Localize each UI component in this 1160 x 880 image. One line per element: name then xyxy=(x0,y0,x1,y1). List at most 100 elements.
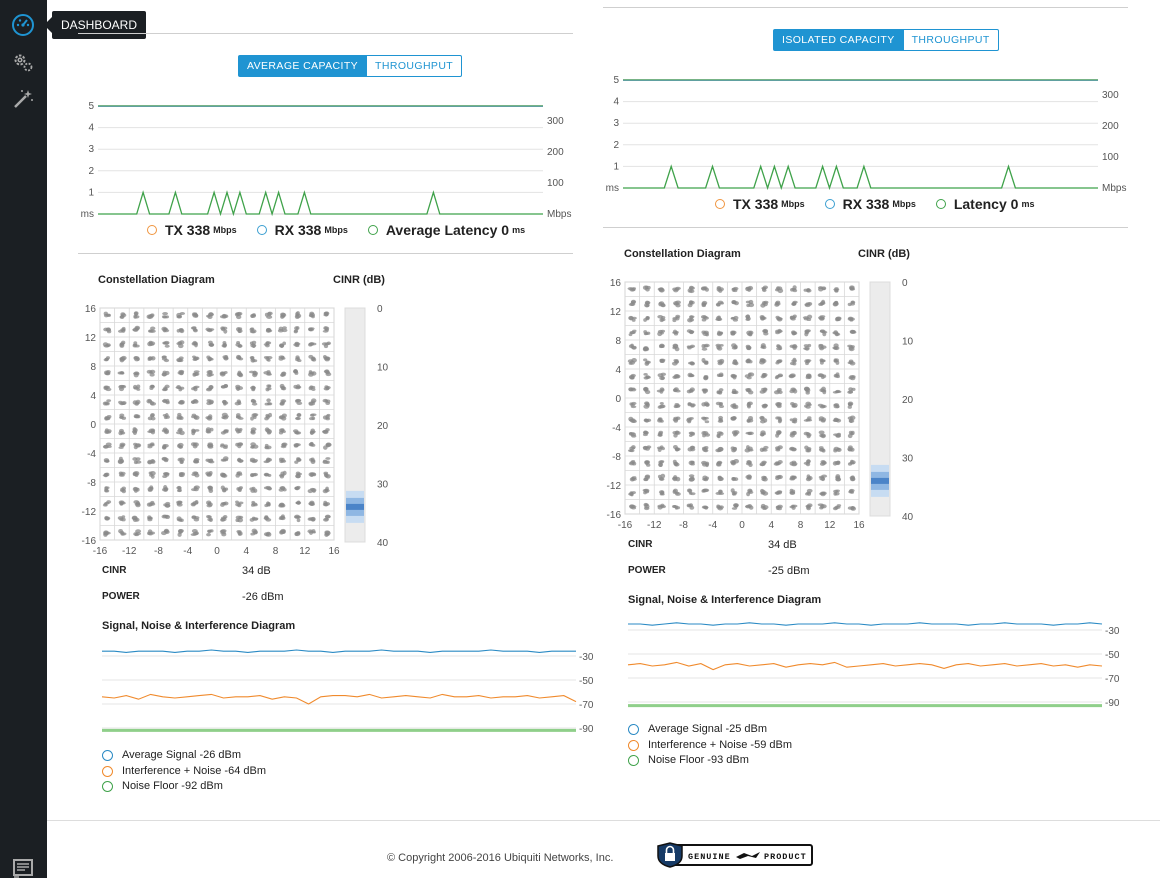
constellation-point xyxy=(629,402,634,406)
isolated-capacity-tab[interactable]: ISOLATED CAPACITY xyxy=(773,29,904,51)
average-capacity-tab[interactable]: AVERAGE CAPACITY xyxy=(238,55,368,77)
constellation-point xyxy=(686,345,691,349)
constellation-point xyxy=(847,402,853,406)
constellation-point xyxy=(732,404,737,410)
constellation-point xyxy=(118,385,124,389)
constellation-point xyxy=(162,315,168,319)
constellation-point xyxy=(120,489,125,492)
right-constellation-title: Constellation Diagram xyxy=(624,248,741,260)
constellation-point xyxy=(701,344,706,349)
right-sni-chart: -30 -50 -70 -90 xyxy=(627,622,1120,709)
constellation-point xyxy=(207,443,214,448)
constellation-point xyxy=(164,530,170,534)
left-capacity-chart: 5 4 3 2 1 ms 300 200 100 Mbps xyxy=(81,101,572,220)
constellation-point xyxy=(322,329,329,333)
constellation-point xyxy=(208,488,214,493)
constellation-point xyxy=(325,474,331,479)
constellation-point xyxy=(325,386,330,391)
constellation-point xyxy=(630,405,637,409)
constellation-point xyxy=(237,386,244,391)
constellation-point xyxy=(132,471,138,476)
constellation-point xyxy=(804,445,809,450)
constellation-point xyxy=(850,506,855,511)
constellation-point xyxy=(178,358,184,363)
constellation-point xyxy=(792,301,797,306)
constellation-point xyxy=(718,331,724,335)
constellation-point xyxy=(689,285,694,290)
average-signal-label: Average Signal -25 dBm xyxy=(648,723,768,735)
constellation-point xyxy=(760,343,766,348)
latency-axis-tick: ms xyxy=(81,209,94,220)
constellation-point xyxy=(775,375,780,379)
constellation-point xyxy=(296,500,301,505)
constellation-point xyxy=(267,311,273,316)
constellation-point xyxy=(132,343,138,347)
constellation-point xyxy=(690,403,695,408)
constellation-point xyxy=(805,492,809,496)
dashboard-icon[interactable] xyxy=(11,13,35,37)
constellation-point xyxy=(104,428,109,433)
constellation-point xyxy=(308,328,314,332)
constellation-point xyxy=(162,427,168,432)
constellation-point xyxy=(818,446,824,449)
constellation-point xyxy=(715,491,722,495)
constellation-point xyxy=(806,288,810,293)
constellation-point xyxy=(791,330,796,335)
constellation-point xyxy=(792,357,797,363)
constellation-point xyxy=(235,500,239,504)
constellation-point xyxy=(642,488,649,492)
constellation-point xyxy=(818,302,824,307)
constellation-point xyxy=(673,418,679,423)
right-cinr-bar: 0 10 20 30 40 xyxy=(869,278,914,523)
constellation-point xyxy=(789,433,796,438)
constellation-point xyxy=(206,401,212,406)
constellation-point xyxy=(117,516,124,520)
constellation-point xyxy=(791,287,797,291)
constellation-point xyxy=(671,505,677,508)
constellation-point xyxy=(235,518,240,523)
constellation-point xyxy=(849,329,856,334)
constellation-point xyxy=(311,371,317,376)
constellation-point xyxy=(657,418,663,423)
constellation-point xyxy=(657,474,662,479)
constellation-point xyxy=(688,434,693,437)
gears-icon[interactable] xyxy=(11,50,35,74)
constellation-point xyxy=(672,375,678,380)
left-sni-legend: Average Signal -26 dBm Interference + No… xyxy=(102,748,266,795)
constellation-point xyxy=(250,416,254,421)
x-axis-tick: -8 xyxy=(154,546,163,557)
constellation-point xyxy=(268,412,272,418)
constellation-point xyxy=(165,415,170,419)
constellation-point xyxy=(835,316,842,322)
constellation-point xyxy=(209,458,214,463)
constellation-point xyxy=(687,504,693,508)
constellation-point xyxy=(628,387,634,392)
constellation-point xyxy=(805,388,811,393)
constellation-point xyxy=(672,329,678,334)
throughput-axis-tick: Mbps xyxy=(547,209,571,220)
constellation-point xyxy=(177,457,183,462)
constellation-point xyxy=(631,287,637,290)
constellation-point xyxy=(690,476,695,480)
constellation-point xyxy=(102,503,108,507)
log-icon[interactable] xyxy=(11,856,35,880)
constellation-point xyxy=(659,287,664,291)
noise-floor-label: Noise Floor -92 dBm xyxy=(122,780,223,792)
throughput-tab[interactable]: THROUGHPUT xyxy=(903,29,999,51)
sni-axis-tick: -50 xyxy=(1105,650,1120,661)
constellation-point xyxy=(238,442,243,446)
left-capacity-legend: TX 338 Mbps RX 338 Mbps Average Latency 0m… xyxy=(147,222,545,238)
constellation-point xyxy=(833,288,840,291)
divider xyxy=(78,33,573,34)
constellation-point xyxy=(280,514,285,519)
constellation-point xyxy=(674,431,681,435)
constellation-point xyxy=(628,492,634,496)
throughput-tab[interactable]: THROUGHPUT xyxy=(367,55,463,77)
cinr-axis-tick: 40 xyxy=(902,512,914,523)
constellation-point xyxy=(675,476,681,482)
wizard-wand-icon[interactable] xyxy=(11,87,35,111)
constellation-point xyxy=(322,459,327,463)
constellation-point xyxy=(311,416,316,421)
x-axis-tick: -12 xyxy=(647,520,662,531)
constellation-point xyxy=(674,461,678,467)
